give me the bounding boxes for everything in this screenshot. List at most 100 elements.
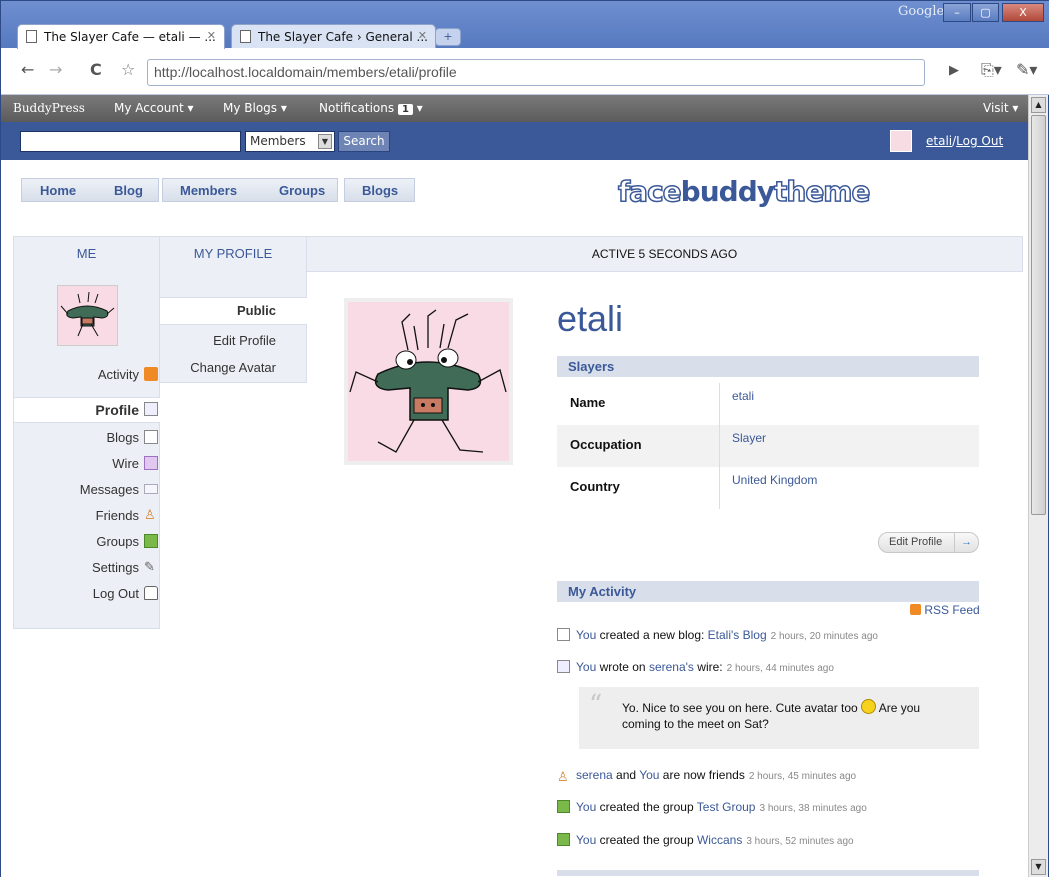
tab-profile[interactable]: The Slayer Cafe — etali — ... ✕	[17, 24, 225, 49]
activity-target-link[interactable]: You	[639, 768, 659, 782]
field-value[interactable]: United Kingdom	[732, 473, 817, 487]
activity-actor-link[interactable]: You	[576, 660, 596, 674]
main-nav-group-1: Home Blog	[21, 178, 159, 202]
sidebar-item-friends[interactable]: Friends ♙	[96, 508, 156, 523]
sidebar-item-groups[interactable]: Groups	[96, 534, 158, 549]
document-icon	[144, 430, 158, 444]
scroll-up-icon[interactable]: ▲	[1031, 97, 1046, 113]
site-logo[interactable]: facebuddytheme	[617, 174, 871, 209]
rss-feed-link[interactable]: RSS Feed	[910, 603, 980, 617]
visit-menu[interactable]: Visit ▾	[983, 101, 1018, 115]
sidebar-item-logout[interactable]: Log Out	[93, 586, 158, 601]
envelope-icon	[144, 484, 158, 494]
close-icon[interactable]: ✕	[418, 29, 427, 42]
username-link[interactable]: etali	[926, 134, 952, 148]
close-icon[interactable]: ✕	[207, 29, 216, 42]
activity-actor-link[interactable]: You	[576, 800, 596, 814]
section-divider	[557, 870, 979, 876]
avatar[interactable]	[57, 285, 118, 346]
url-path: /members/etali/profile	[322, 64, 457, 80]
search-scope-value: Members	[250, 134, 306, 148]
field-label: Country	[570, 479, 620, 494]
forward-icon[interactable]: →	[49, 60, 62, 79]
star-icon[interactable]: ☆	[121, 60, 135, 79]
logout-link[interactable]: Log Out	[956, 134, 1003, 148]
my-account-menu[interactable]: My Account ▾	[114, 101, 194, 115]
main-nav-group-3: Blogs	[344, 178, 415, 202]
scroll-down-icon[interactable]: ▼	[1031, 859, 1046, 875]
page-scrollbar[interactable]: ▲ ▼	[1028, 95, 1048, 877]
page-menu-icon[interactable]: ⎘▾	[981, 60, 1002, 80]
person-icon: ♙	[144, 507, 156, 522]
quote-text-line2: coming to the meet on Sat?	[622, 717, 769, 731]
activity-target-link[interactable]: Wiccans	[697, 833, 742, 847]
nav-blogs[interactable]: Blogs	[362, 183, 398, 198]
profile-field-row: Occupation Slayer	[557, 425, 979, 467]
wrench-icon[interactable]: ✎▾	[1016, 60, 1037, 79]
subnav-public[interactable]: Public	[237, 303, 276, 318]
address-bar[interactable]: http://localhost.localdomain/members/eta…	[147, 59, 925, 86]
go-icon[interactable]: ▶	[949, 63, 959, 78]
activity-target-link[interactable]: Etali's Blog	[708, 628, 767, 642]
minimize-button[interactable]: –	[943, 3, 971, 22]
notifications-menu[interactable]: Notifications 1 ▾	[319, 101, 423, 115]
profile-username: etali	[557, 298, 624, 339]
field-divider	[719, 425, 720, 467]
subnav-edit-profile[interactable]: Edit Profile	[213, 333, 276, 348]
wire-icon	[144, 456, 158, 470]
me-header: ME	[13, 236, 160, 272]
sidebar-item-profile[interactable]: Profile	[95, 402, 158, 418]
reload-icon[interactable]: C	[90, 60, 102, 79]
wire-post-icon	[557, 660, 570, 673]
activity-time: 3 hours, 52 minutes ago	[746, 836, 854, 847]
lock-icon	[144, 586, 158, 600]
field-value[interactable]: Slayer	[732, 431, 766, 445]
edit-profile-button[interactable]: Edit Profile →	[878, 532, 979, 553]
profile-card-icon	[144, 402, 158, 416]
sidebar-item-wire[interactable]: Wire	[112, 456, 158, 471]
cube-icon	[144, 534, 158, 548]
field-label: Name	[570, 395, 606, 410]
chevron-down-icon: ▼	[318, 134, 332, 149]
activity-text: created the group	[596, 800, 697, 814]
nav-members[interactable]: Members	[180, 183, 237, 198]
activity-item: You wrote on serena's wire: 2 hours, 44 m…	[557, 660, 834, 674]
field-label: Occupation	[570, 437, 642, 452]
activity-actor-link[interactable]: serena	[576, 768, 613, 782]
tab-title: The Slayer Cafe › General ...	[258, 30, 428, 44]
tab-general[interactable]: The Slayer Cafe › General ... ✕	[231, 24, 436, 49]
activity-target-link[interactable]: Test Group	[697, 800, 756, 814]
subnav-change-avatar[interactable]: Change Avatar	[190, 360, 276, 375]
activity-actor-link[interactable]: You	[576, 628, 596, 642]
search-button[interactable]: Search	[338, 131, 390, 152]
maximize-button[interactable]: ▢	[972, 3, 999, 22]
field-divider	[719, 467, 720, 509]
back-icon[interactable]: ←	[21, 60, 34, 79]
close-window-button[interactable]: X	[1002, 3, 1044, 22]
activity-text: created the group	[596, 833, 697, 847]
sidebar-item-settings[interactable]: Settings ✎	[92, 560, 155, 575]
avatar[interactable]	[890, 130, 912, 152]
activity-time: 3 hours, 38 minutes ago	[759, 803, 867, 814]
rss-icon	[144, 367, 158, 381]
search-scope-select[interactable]: Members ▼	[245, 131, 335, 152]
nav-blog[interactable]: Blog	[114, 183, 143, 198]
scrollbar-thumb[interactable]	[1031, 115, 1046, 515]
search-input[interactable]	[20, 131, 241, 152]
nav-home[interactable]: Home	[40, 183, 76, 198]
buddypress-brand[interactable]: BuddyPress	[13, 101, 85, 115]
new-tab-button[interactable]: +	[435, 28, 461, 46]
field-value[interactable]: etali	[732, 389, 754, 403]
activity-status: ACTIVE 5 SECONDS AGO	[306, 236, 1023, 272]
activity-actor-link[interactable]: You	[576, 833, 596, 847]
my-blogs-menu[interactable]: My Blogs ▾	[223, 101, 287, 115]
sidebar-item-messages[interactable]: Messages	[80, 482, 158, 497]
wire-quote: “ Yo. Nice to see you on here. Cute avat…	[579, 687, 979, 749]
activity-suffix: are now friends	[659, 768, 745, 782]
activity-target-link[interactable]: serena's	[649, 660, 694, 674]
activity-item: You created a new blog: Etali's Blog 2 ho…	[557, 628, 878, 642]
nav-groups[interactable]: Groups	[279, 183, 325, 198]
sidebar-item-blogs[interactable]: Blogs	[106, 430, 158, 445]
sidebar-item-activity[interactable]: Activity	[98, 367, 158, 382]
profile-field-row: Country United Kingdom	[557, 467, 979, 509]
